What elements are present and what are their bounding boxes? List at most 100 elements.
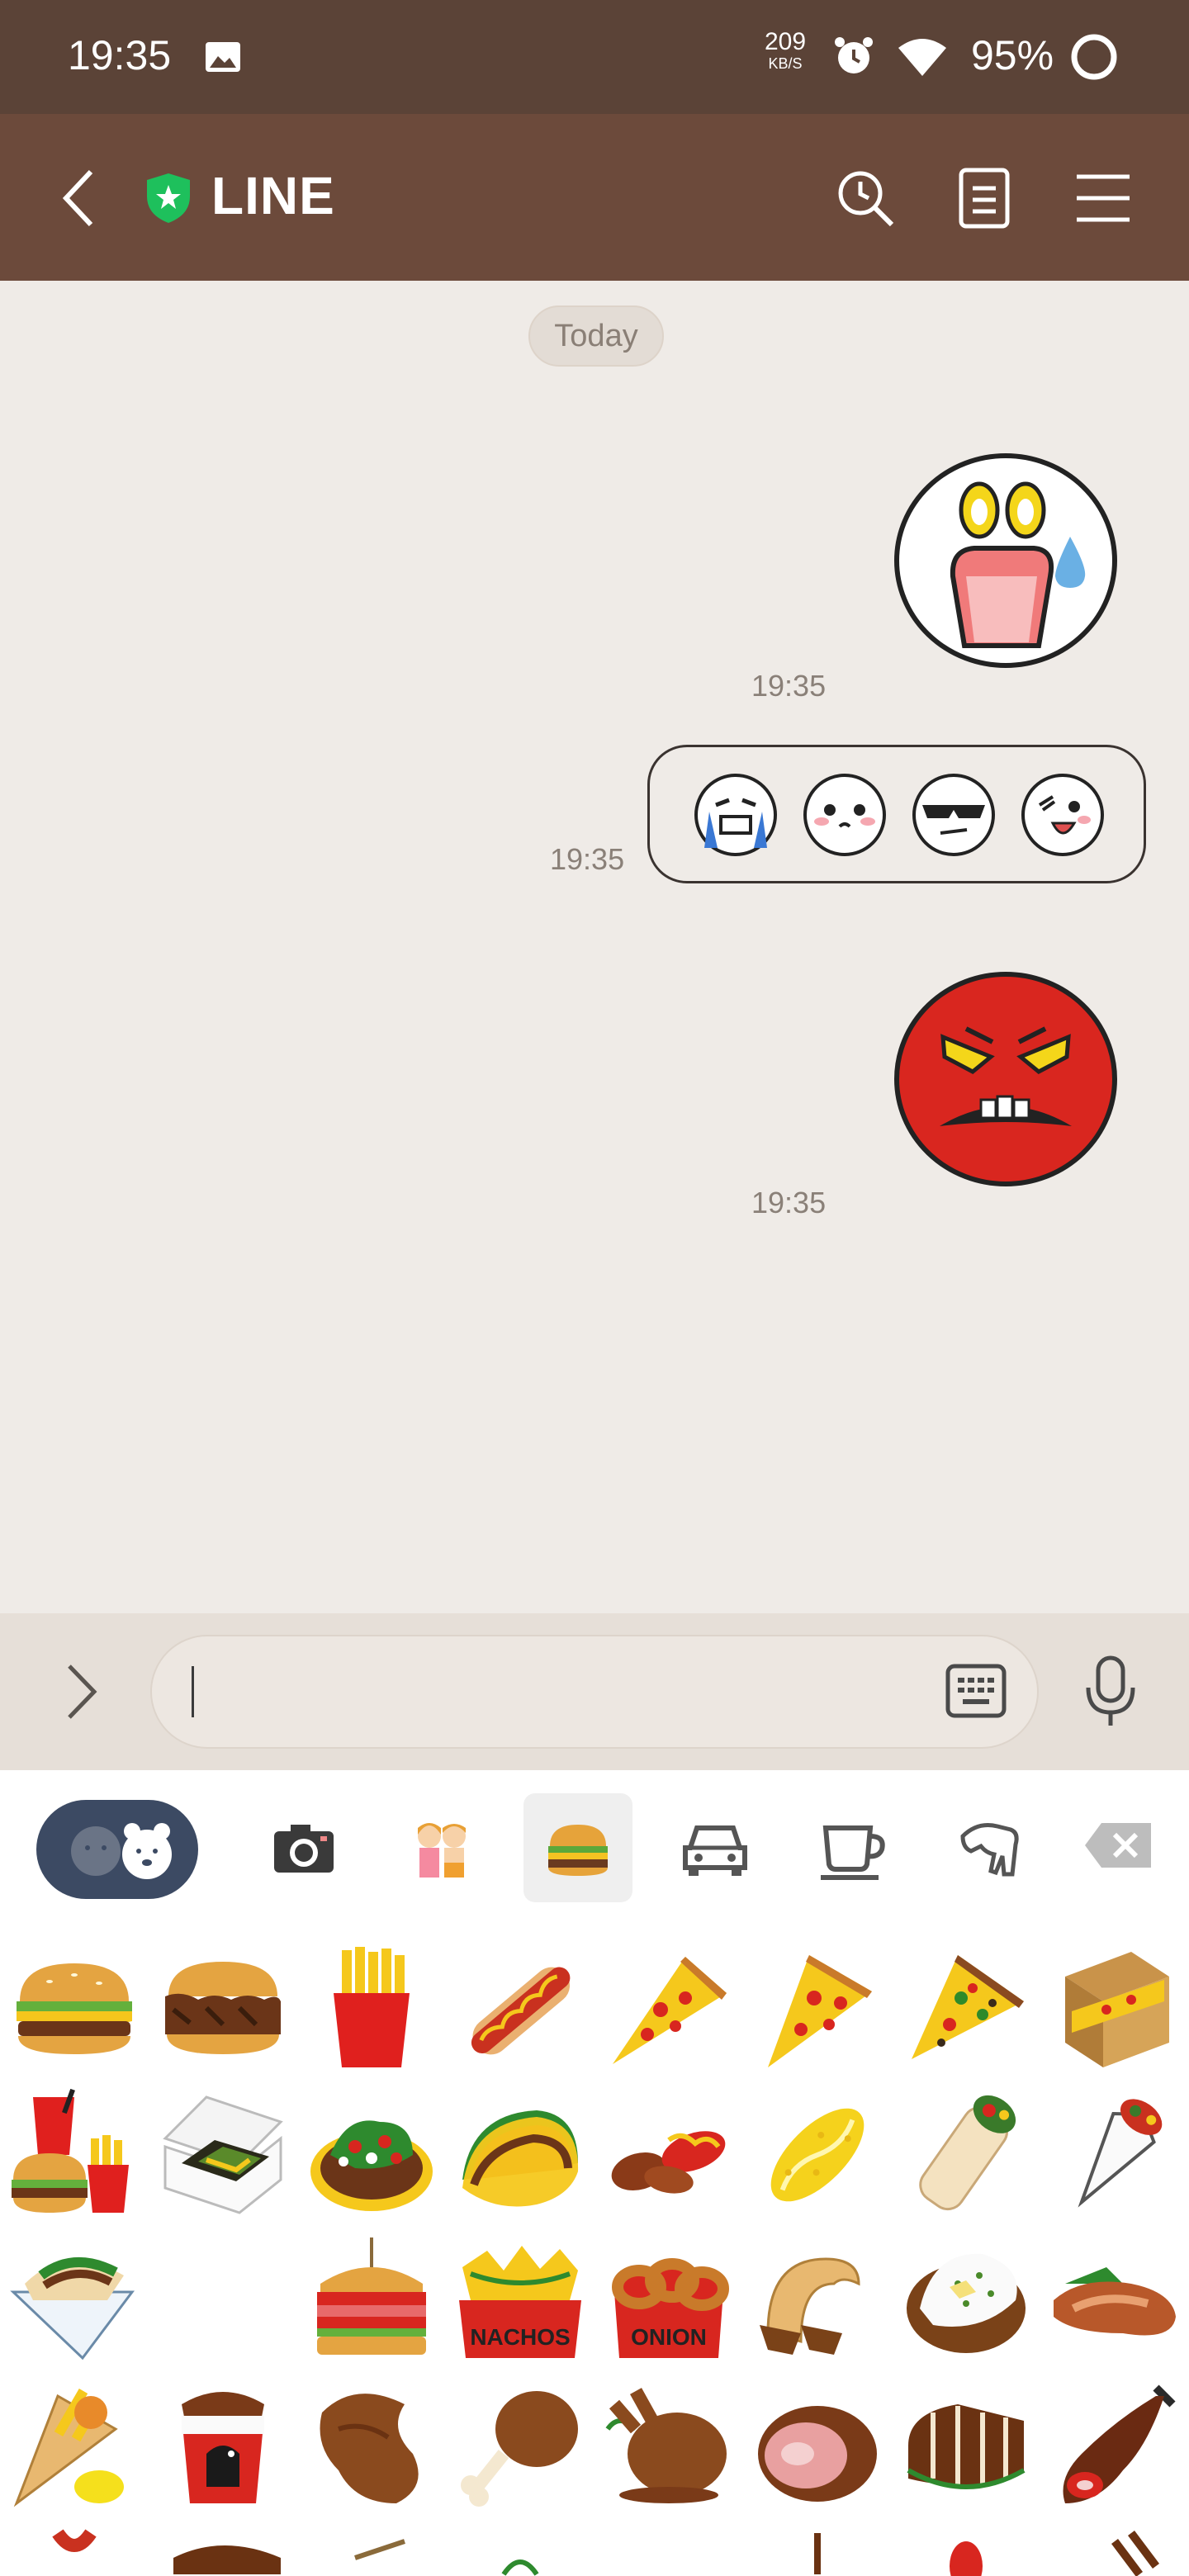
- verified-shield-icon: [147, 173, 190, 223]
- burrito-emoji-icon: [919, 2095, 1016, 2211]
- emoji-baked-potato[interactable]: [900, 2234, 1032, 2366]
- text-caret: [192, 1666, 194, 1717]
- herbs-emoji-icon: [501, 2559, 539, 2576]
- emoji-sausages[interactable]: [603, 2089, 735, 2221]
- emoji-sausage-link[interactable]: [900, 2525, 1032, 2576]
- hand-gesture-icon: [960, 1823, 1019, 1877]
- emoji-takeout-box[interactable]: [157, 2089, 289, 2221]
- shocked-face-sticker[interactable]: [893, 452, 1118, 669]
- ham-emoji-icon: [758, 2406, 877, 2502]
- tab-symbols[interactable]: [935, 1793, 1044, 1902]
- emoji-wrap[interactable]: [1049, 2089, 1181, 2221]
- tab-smileys-animals[interactable]: [36, 1800, 198, 1899]
- backspace-icon[interactable]: [1083, 1820, 1154, 1871]
- nachos-label: NACHOS: [470, 2324, 570, 2350]
- emoji-fries-cone[interactable]: [8, 2379, 140, 2512]
- chat-header: LINE: [0, 114, 1189, 281]
- emoji-burger-meal[interactable]: [8, 2088, 140, 2221]
- message-input-overlay: [150, 1635, 1039, 1749]
- meatloaf-emoji-icon: [907, 2404, 1026, 2489]
- smiley-bear-icon: [71, 1823, 172, 1879]
- tab-coffee[interactable]: [798, 1793, 907, 1902]
- taco-emoji-icon: [462, 2110, 579, 2207]
- onion-rings-emoji-icon: ONION: [612, 2258, 729, 2358]
- emoji-bacon[interactable]: [8, 2525, 140, 2576]
- corn-dog-emoji-icon: [770, 2108, 865, 2202]
- microphone-icon[interactable]: [1083, 1655, 1138, 1729]
- kebab-emoji-icon: [814, 2533, 821, 2574]
- crying-face-emoji: [694, 774, 777, 856]
- sausages-emoji-icon: [611, 2131, 726, 2194]
- emoji-skewers[interactable]: [1049, 2525, 1181, 2576]
- emoji-pizza-slice-2[interactable]: [751, 1944, 883, 2076]
- emoji-drumstick[interactable]: [454, 2379, 586, 2512]
- pizza-box-emoji-icon: [1065, 1952, 1169, 2067]
- emoji-keyboard: NACHOS ONION: [0, 1770, 1189, 2576]
- roast-chicken-emoji-icon: [605, 2388, 727, 2503]
- emoji-french-fries[interactable]: [306, 1944, 438, 2076]
- message-input-bar: [0, 1613, 1189, 1770]
- emoji-pizza-box[interactable]: [1049, 1944, 1181, 2076]
- sunglasses-face-emoji: [912, 774, 995, 856]
- keyboard-icon[interactable]: [945, 1660, 1007, 1722]
- baked-potato-emoji-icon: [907, 2253, 1026, 2353]
- emoji-ribs[interactable]: [157, 2525, 289, 2576]
- emoji-churros[interactable]: [751, 2234, 883, 2366]
- wifi-icon: [898, 39, 946, 76]
- search-history-icon[interactable]: [834, 167, 897, 230]
- emoji-club-sandwich[interactable]: [306, 2234, 438, 2366]
- notes-icon[interactable]: [953, 167, 1016, 230]
- ribs-emoji-icon: [173, 2545, 281, 2574]
- hamburger-icon: [548, 1825, 608, 1876]
- emoji-kebab[interactable]: [751, 2525, 883, 2576]
- emoji-roast-chicken[interactable]: [603, 2379, 735, 2512]
- emoji-herbs[interactable]: [454, 2525, 586, 2576]
- date-chip: Today: [528, 305, 664, 367]
- emoji-hot-dog[interactable]: [454, 1944, 586, 2076]
- emoji-chicken-bucket[interactable]: [157, 2379, 289, 2512]
- chat-area[interactable]: Today 19:35 19:35 19:35: [0, 281, 1189, 1613]
- emoji-steak[interactable]: [306, 2525, 438, 2576]
- tab-camera[interactable]: [249, 1793, 358, 1902]
- angry-face-sticker[interactable]: [893, 971, 1118, 1187]
- onion-label: ONION: [631, 2324, 707, 2350]
- emoji-pizza-slice-veggie[interactable]: [900, 1944, 1032, 2076]
- emoji-double-burger[interactable]: [157, 1944, 289, 2076]
- blushing-face-emoji: [803, 774, 886, 856]
- network-speed-value: 209: [765, 28, 807, 55]
- taco-wrap-emoji-icon: [10, 2256, 135, 2361]
- churros-emoji-icon: [760, 2257, 860, 2355]
- emoji-salad-plate[interactable]: [306, 2089, 438, 2221]
- menu-icon[interactable]: [1072, 167, 1135, 230]
- tab-car[interactable]: [661, 1793, 770, 1902]
- club-sandwich-emoji-icon: [317, 2237, 426, 2355]
- hot-pocket-emoji-icon: [1054, 2267, 1176, 2336]
- emoji-pizza-slice[interactable]: [603, 1944, 735, 2076]
- alarm-icon: [835, 37, 873, 73]
- emoji-hamburger[interactable]: [8, 1944, 140, 2076]
- pizza-slice-veggie-emoji-icon: [912, 1955, 1024, 2059]
- tab-food[interactable]: [523, 1793, 632, 1902]
- pizza-slice-emoji-icon: [768, 1955, 872, 2067]
- emoji-jamon[interactable]: [1049, 2379, 1181, 2512]
- emoji-taco-wrap[interactable]: [8, 2234, 140, 2366]
- emoji-chicken-wing[interactable]: [306, 2379, 438, 2512]
- tab-people[interactable]: [386, 1793, 495, 1902]
- emoji-onion-rings[interactable]: ONION: [603, 2234, 735, 2366]
- emoji-hot-pocket[interactable]: [1049, 2234, 1181, 2366]
- emoji-taco[interactable]: [454, 2089, 586, 2221]
- image-notification-icon: [206, 42, 240, 72]
- pulled-burger-emoji-icon: [165, 1962, 281, 2054]
- emoji-ham[interactable]: [751, 2379, 883, 2512]
- back-arrow-icon[interactable]: [58, 167, 99, 230]
- emoji-meatloaf[interactable]: [900, 2379, 1032, 2512]
- steak-emoji-icon: [354, 2539, 405, 2560]
- battery-icon: [1071, 34, 1117, 80]
- hamburger-emoji-icon: [17, 1963, 132, 2054]
- message-time: 19:35: [550, 842, 625, 876]
- chevron-right-icon[interactable]: [61, 1661, 102, 1722]
- emoji-message-bubble[interactable]: [647, 745, 1146, 883]
- emoji-burrito[interactable]: [900, 2089, 1032, 2221]
- emoji-nachos[interactable]: NACHOS: [454, 2234, 586, 2366]
- emoji-corn-dog[interactable]: [751, 2089, 883, 2221]
